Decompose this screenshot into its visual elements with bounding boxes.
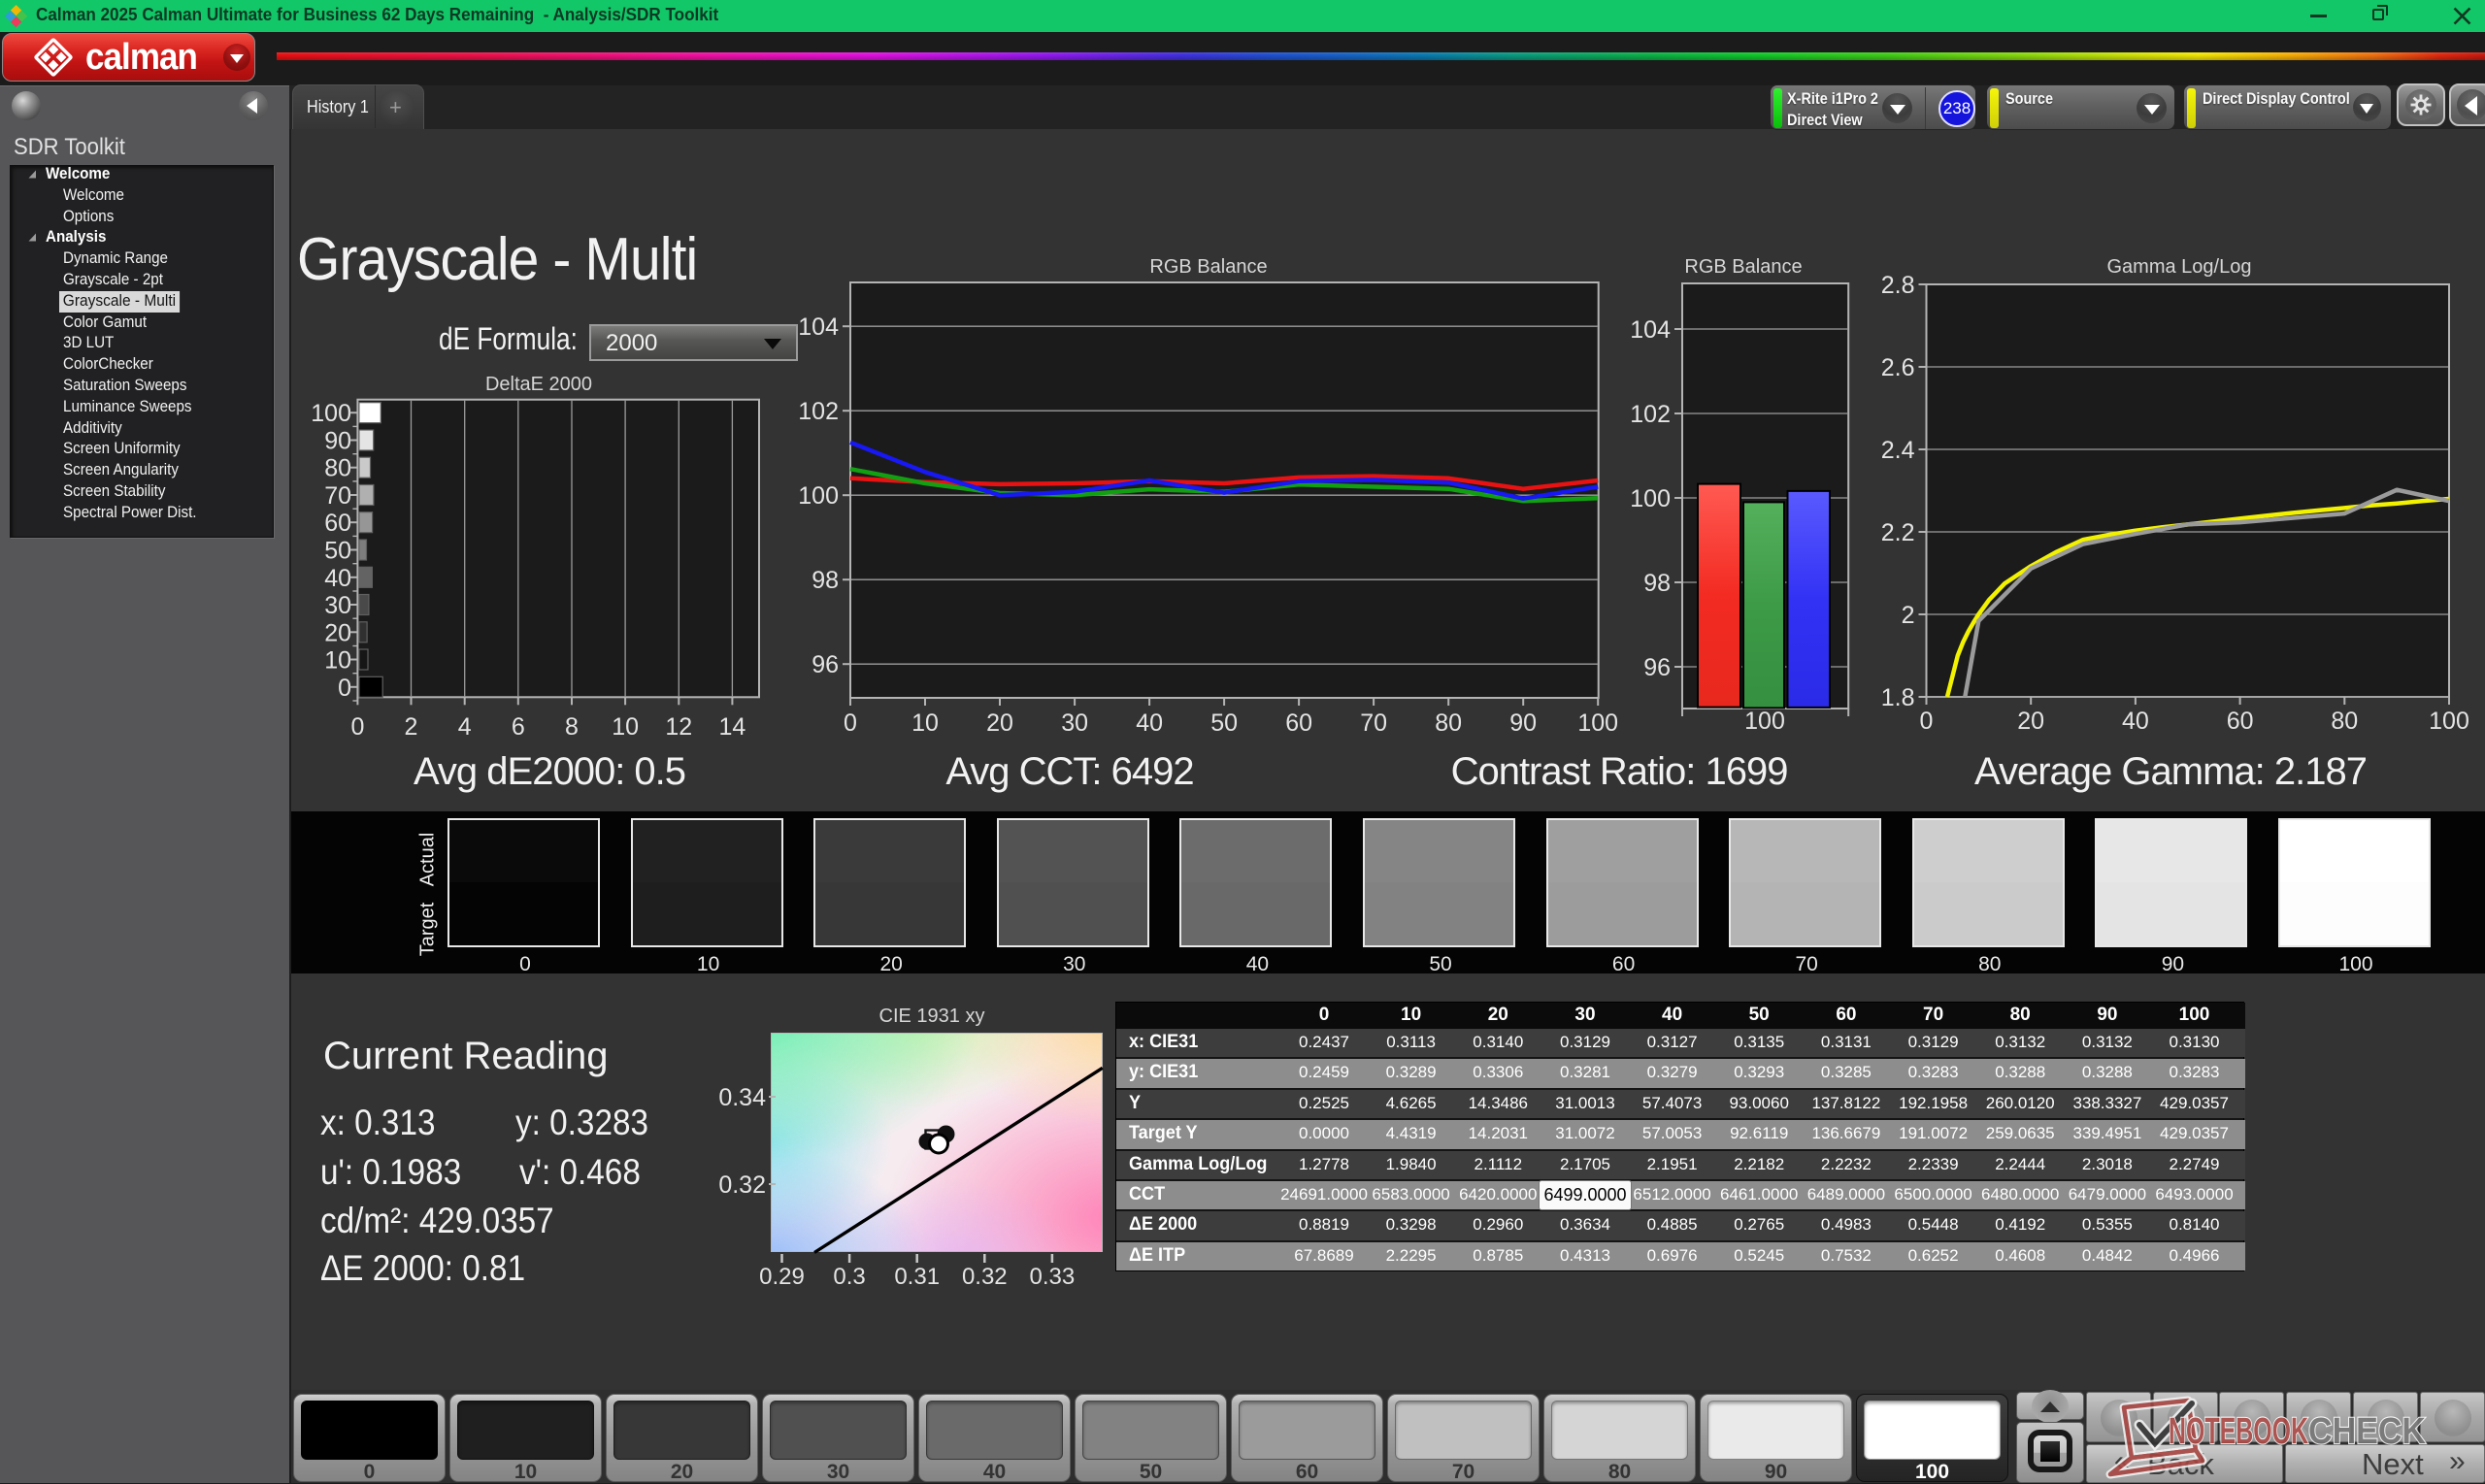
svg-text:0.33: 0.33 — [1030, 1264, 1076, 1290]
svg-text:0.29: 0.29 — [759, 1264, 805, 1290]
svg-text:0.32: 0.32 — [718, 1171, 766, 1199]
svg-text:NOTEBOOK: NOTEBOOK — [2169, 1411, 2308, 1452]
svg-text:0.34: 0.34 — [718, 1084, 766, 1111]
svg-text:0.31: 0.31 — [894, 1264, 940, 1290]
svg-text:0.32: 0.32 — [962, 1264, 1008, 1290]
svg-text:0.3: 0.3 — [833, 1264, 865, 1290]
svg-text:CHECK: CHECK — [2308, 1411, 2426, 1452]
